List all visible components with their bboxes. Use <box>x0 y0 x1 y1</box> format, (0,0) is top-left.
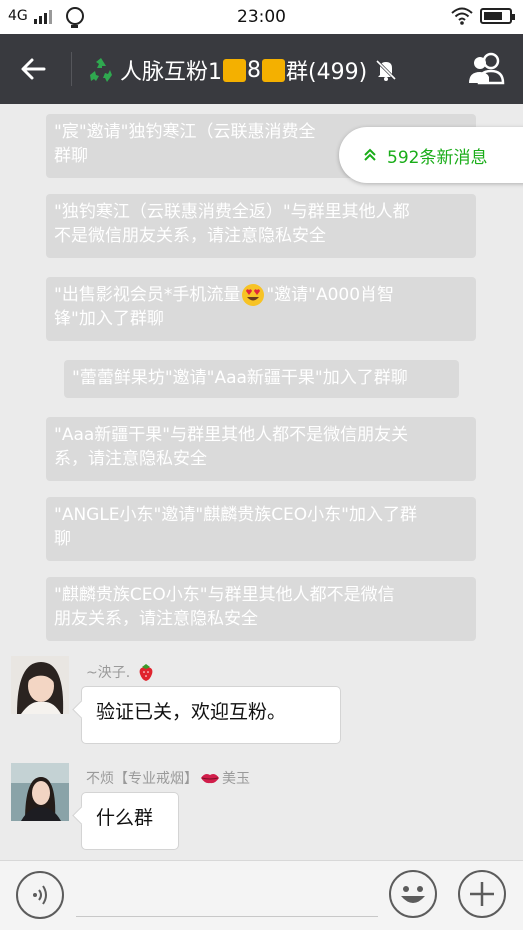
emoji-icon <box>401 886 425 903</box>
input-bar <box>0 860 523 930</box>
message-text: 什么群 <box>96 807 154 829</box>
message-text: 验证已关，欢迎互粉。 <box>96 701 287 723</box>
back-button[interactable] <box>14 51 52 87</box>
chat-header: 人脉互粉1 8 群(499) <box>0 34 523 104</box>
yellow-square-icon <box>223 58 246 82</box>
title-text-1: 人脉互粉1 <box>120 60 222 85</box>
group-members-button[interactable] <box>467 52 507 86</box>
chat-title: 人脉互粉1 8 群(499) <box>86 54 399 86</box>
voice-icon <box>33 885 47 905</box>
title-text-3: 群(499) <box>286 60 368 85</box>
new-messages-label: 592条新消息 <box>387 147 488 168</box>
battery-icon <box>480 8 515 24</box>
header-divider <box>71 52 72 86</box>
voice-button[interactable] <box>16 871 64 919</box>
back-arrow-icon <box>21 58 46 80</box>
message-bubble[interactable]: 什么群 <box>81 792 179 850</box>
system-notice: "ANGLE小东"邀请"麒麟贵族CEO小东"加入了群聊 <box>46 497 476 561</box>
status-bar: 4G 23:00 <box>0 0 523 34</box>
message-input[interactable] <box>76 875 378 917</box>
double-chevron-up-icon <box>364 148 376 161</box>
system-notice: "麒麟贵族CEO小东"与群里其他人都不是微信 朋友关系，请注意隐私安全 <box>46 577 476 641</box>
sender-name: ~泱子. <box>86 662 156 682</box>
title-text-2: 8 <box>247 57 261 83</box>
emoji-button[interactable] <box>389 870 437 918</box>
more-button[interactable] <box>458 870 506 918</box>
heart-eyes-emoji-icon <box>242 284 265 306</box>
new-messages-button[interactable]: 592条新消息 <box>339 127 523 183</box>
message-bubble[interactable]: 验证已关，欢迎互粉。 <box>81 686 341 744</box>
system-notice: "独钓寒江（云联惠消费全返）"与群里其他人都 不是微信朋友关系，请注意隐私安全 <box>46 194 476 258</box>
yellow-square-icon <box>262 58 285 82</box>
recycle-icon <box>90 58 112 82</box>
group-members-icon <box>469 52 505 85</box>
lips-emoji-icon <box>201 774 219 784</box>
bell-muted-icon <box>376 59 397 81</box>
avatar[interactable] <box>11 656 69 714</box>
clock: 23:00 <box>237 7 286 27</box>
wifi-icon <box>451 7 473 25</box>
system-notice: "蕾蕾鲜果坊"邀请"Aaa新疆干果"加入了群聊 <box>64 360 459 398</box>
plus-icon <box>470 882 494 906</box>
sender-name: 不烦【专业戒烟】 美玉 <box>86 771 250 787</box>
avatar[interactable] <box>11 763 69 821</box>
strawberry-emoji-icon <box>139 664 153 681</box>
system-notice: "出售影视会员*手机流量 "邀请"A000肖智 锋"加入了群聊 <box>46 277 476 341</box>
system-notice: "Aaa新疆干果"与群里其他人都不是微信朋友关 系，请注意隐私安全 <box>46 417 476 481</box>
